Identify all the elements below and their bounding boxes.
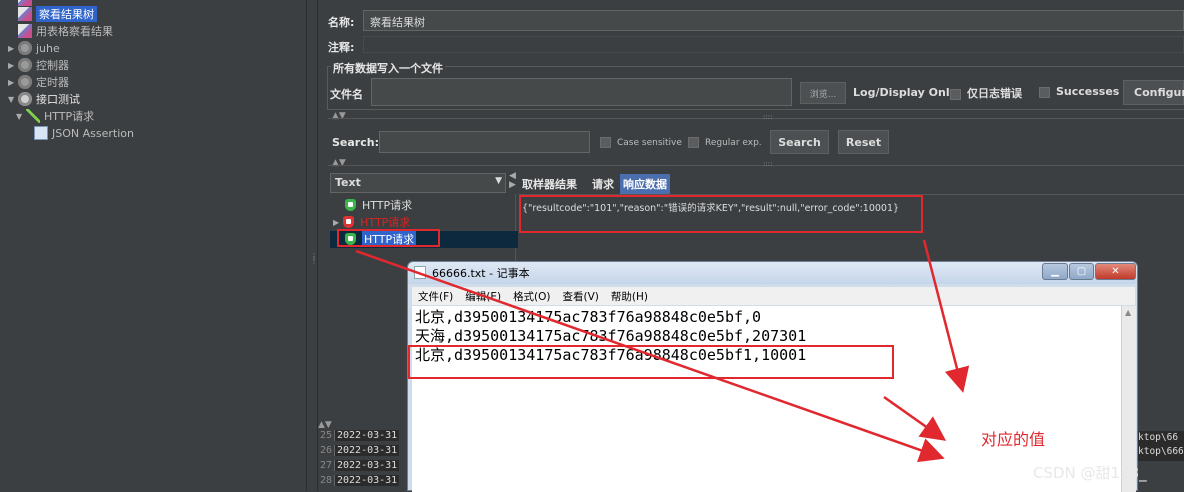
arrow-to-value <box>355 249 945 463</box>
annotation-arrows <box>355 239 970 463</box>
annotation-label: 对应的值 <box>981 430 1046 449</box>
watermark: CSDN @甜123_ <box>1033 464 1147 482</box>
arrow-to-label <box>922 239 970 393</box>
arrow-from-line <box>883 395 947 441</box>
